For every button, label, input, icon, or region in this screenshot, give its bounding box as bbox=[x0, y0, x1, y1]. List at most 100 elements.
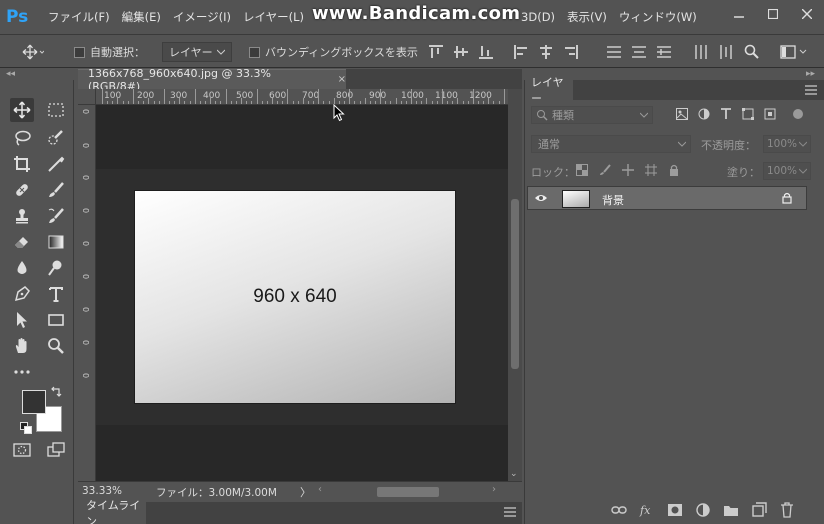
shape-filter-icon[interactable] bbox=[741, 107, 755, 121]
close-icon[interactable] bbox=[790, 0, 824, 28]
distribute-bottom-icon[interactable] bbox=[656, 44, 672, 60]
layers-tab[interactable]: レイヤー bbox=[525, 76, 573, 105]
gradient-tool-icon[interactable] bbox=[44, 230, 68, 254]
history-brush-tool-icon[interactable] bbox=[44, 204, 68, 228]
panel-collapse-icon[interactable]: ▸▸ bbox=[806, 69, 815, 79]
more-tools-icon[interactable] bbox=[10, 360, 34, 384]
bounding-box-checkbox[interactable]: バウンディングボックスを表示 bbox=[249, 42, 418, 62]
layer-mask-icon[interactable] bbox=[667, 502, 683, 518]
crop-tool-icon[interactable] bbox=[10, 152, 34, 176]
move-tool-icon[interactable] bbox=[10, 98, 34, 122]
screen-mode-icon[interactable] bbox=[44, 438, 68, 462]
align-bottom-icon[interactable] bbox=[478, 44, 494, 60]
fill-input[interactable]: 100% bbox=[763, 162, 811, 180]
auto-select-dropdown[interactable]: レイヤー bbox=[162, 42, 232, 62]
scroll-right-icon[interactable]: › bbox=[492, 484, 496, 495]
layers-menu-icon[interactable] bbox=[805, 85, 817, 95]
smart-object-filter-icon[interactable] bbox=[763, 107, 777, 121]
workspace-icon[interactable] bbox=[780, 44, 808, 60]
timeline-menu-icon[interactable] bbox=[504, 507, 516, 517]
visibility-eye-icon[interactable] bbox=[534, 192, 548, 204]
status-menu-arrow-icon[interactable]: 〉 bbox=[300, 484, 311, 500]
pen-tool-icon[interactable] bbox=[10, 282, 34, 306]
type-filter-icon[interactable] bbox=[719, 107, 733, 121]
hand-tool-icon[interactable] bbox=[10, 334, 34, 358]
distribute-vcenter-icon[interactable] bbox=[631, 44, 647, 60]
new-layer-icon[interactable] bbox=[751, 502, 767, 518]
path-selection-tool-icon[interactable] bbox=[10, 308, 34, 332]
filter-toggle-icon[interactable] bbox=[791, 107, 805, 121]
ruler-tick bbox=[122, 101, 124, 104]
dodge-tool-icon[interactable] bbox=[44, 256, 68, 280]
swap-colors-icon[interactable] bbox=[50, 386, 62, 398]
horizontal-scroll-thumb[interactable] bbox=[377, 487, 439, 497]
canvas-area[interactable]: 960 x 640 bbox=[96, 105, 508, 481]
healing-brush-tool-icon[interactable] bbox=[10, 178, 34, 202]
menu-window[interactable]: ウィンドウ(W) bbox=[613, 9, 703, 25]
auto-select-checkbox[interactable]: 自動選択： bbox=[74, 42, 145, 62]
timeline-tab[interactable]: タイムライン bbox=[78, 499, 146, 524]
ruler-tick bbox=[452, 101, 454, 104]
layer-row-background[interactable]: 背景 bbox=[527, 186, 807, 210]
align-left-icon[interactable] bbox=[513, 44, 529, 60]
quick-mask-icon[interactable] bbox=[10, 438, 34, 462]
zoom-tool-icon[interactable] bbox=[44, 334, 68, 358]
menu-edit[interactable]: 編集(E) bbox=[116, 9, 167, 25]
blur-tool-icon[interactable] bbox=[10, 256, 34, 280]
type-tool-icon[interactable] bbox=[44, 282, 68, 306]
clone-stamp-tool-icon[interactable] bbox=[10, 204, 34, 228]
scroll-down-icon[interactable]: ⌄ bbox=[510, 469, 518, 479]
lock-pixels-icon[interactable] bbox=[598, 163, 612, 177]
bounding-box-check-box[interactable] bbox=[249, 46, 260, 58]
quick-select-tool-icon[interactable] bbox=[44, 126, 68, 150]
document-image[interactable]: 960 x 640 bbox=[134, 190, 456, 404]
menu-image[interactable]: イメージ(I) bbox=[167, 9, 237, 25]
adjustment-filter-icon[interactable] bbox=[697, 107, 711, 121]
menu-layer[interactable]: レイヤー(L) bbox=[237, 9, 310, 25]
scroll-left-icon[interactable]: ‹ bbox=[318, 484, 322, 495]
align-hcenter-icon[interactable] bbox=[538, 44, 554, 60]
lock-artboard-icon[interactable] bbox=[644, 163, 658, 177]
opacity-input[interactable]: 100% bbox=[763, 135, 811, 153]
marquee-tool-icon[interactable] bbox=[44, 98, 68, 122]
foreground-color-swatch[interactable] bbox=[22, 390, 46, 414]
minimize-icon[interactable] bbox=[722, 0, 756, 28]
link-layers-icon[interactable] bbox=[611, 502, 627, 518]
move-tool-preset-icon[interactable] bbox=[22, 42, 44, 62]
align-vcenter-icon[interactable] bbox=[453, 44, 469, 60]
lock-position-icon[interactable] bbox=[621, 163, 635, 177]
layer-name[interactable]: 背景 bbox=[602, 192, 624, 208]
menu-view[interactable]: 表示(V) bbox=[561, 9, 613, 25]
align-top-icon[interactable] bbox=[428, 44, 444, 60]
vertical-scroll-thumb[interactable] bbox=[511, 199, 519, 369]
auto-select-check-box[interactable] bbox=[74, 46, 85, 58]
zoom-level[interactable]: 33.33% bbox=[82, 485, 122, 497]
distribute-hcenter-icon[interactable] bbox=[718, 44, 734, 60]
maximize-icon[interactable] bbox=[756, 0, 790, 28]
eraser-tool-icon[interactable] bbox=[10, 230, 34, 254]
rectangle-tool-icon[interactable] bbox=[44, 308, 68, 332]
brush-tool-icon[interactable] bbox=[44, 178, 68, 202]
menu-file[interactable]: ファイル(F) bbox=[42, 9, 116, 25]
pixel-filter-icon[interactable] bbox=[675, 107, 689, 121]
vertical-scrollbar[interactable]: ⌄ bbox=[508, 89, 522, 481]
menu-3d[interactable]: 3D(D) bbox=[515, 10, 561, 24]
delete-layer-icon[interactable] bbox=[779, 502, 795, 518]
close-document-icon[interactable]: × bbox=[338, 74, 346, 85]
align-right-icon[interactable] bbox=[563, 44, 579, 60]
layer-style-fx-icon[interactable]: fx bbox=[639, 502, 655, 518]
layer-filter-dropdown[interactable]: 種類 bbox=[531, 106, 653, 124]
document-tab[interactable]: 1366x768_960x640.jpg @ 33.3% (RGB/8#) × bbox=[78, 67, 346, 93]
new-group-icon[interactable] bbox=[723, 502, 739, 518]
lock-transparency-icon[interactable] bbox=[575, 163, 589, 177]
eyedropper-tool-icon[interactable] bbox=[44, 152, 68, 176]
distribute-top-icon[interactable] bbox=[606, 44, 622, 60]
default-colors-icon[interactable] bbox=[20, 422, 32, 434]
lock-all-icon[interactable] bbox=[667, 163, 681, 177]
distribute-left-icon[interactable] bbox=[693, 44, 709, 60]
toolbar-collapse-icon[interactable]: ◂◂ bbox=[6, 69, 15, 79]
lasso-tool-icon[interactable] bbox=[10, 126, 34, 150]
search-icon[interactable] bbox=[744, 44, 760, 60]
blend-mode-dropdown[interactable]: 通常 bbox=[531, 135, 691, 153]
adjustment-layer-icon[interactable] bbox=[695, 502, 711, 518]
